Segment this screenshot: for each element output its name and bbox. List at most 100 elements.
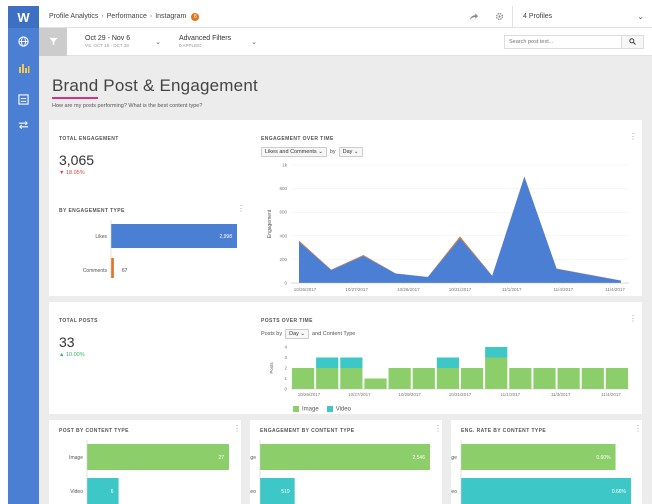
x-tick-label: 11/1/2017: [502, 287, 522, 292]
breadcrumb-item-profile-analytics[interactable]: Profile Analytics: [49, 13, 98, 20]
post-by-content-type-label: POST BY CONTENT TYPE: [59, 428, 129, 434]
date-range-picker[interactable]: Oct 29 - Nov 6 VS. OCT 18 - OCT 28 ⌄: [75, 28, 161, 55]
x-tick-label: 10/27/2017: [345, 287, 368, 292]
y-tick-label: 200: [279, 257, 287, 262]
bar-category-label: Video: [451, 489, 457, 495]
date-range-value: Oct 29 - Nov 6: [85, 35, 131, 42]
page-title: Brand Post & Engagement: [52, 76, 258, 95]
x-tick-label: 10/31/2017: [449, 287, 472, 292]
eng-rate-by-content-type-chart: Image 0.60% Video 0.66%: [451, 440, 631, 504]
bar-image: [460, 368, 484, 389]
more-options-icon[interactable]: ⋮: [434, 425, 442, 433]
date-compare-range: VS. OCT 18 - OCT 28: [85, 43, 129, 48]
bar-value-label: 0.66%: [612, 489, 627, 495]
bar-chart-icon[interactable]: [8, 54, 39, 80]
more-options-icon[interactable]: ⋮: [634, 425, 642, 433]
engagement-over-time-label: ENGAGEMENT OVER TIME: [261, 136, 334, 142]
chevron-down-icon: ⌄: [251, 39, 257, 46]
bar-image: [509, 368, 532, 389]
bar-image: [388, 368, 411, 389]
y-tick-label: 800: [279, 186, 287, 191]
breadcrumb-item-performance[interactable]: Performance: [107, 13, 147, 20]
profile-selector-label: 4 Profiles: [523, 13, 553, 20]
bar-image: [436, 368, 460, 389]
y-tick-label: 600: [279, 210, 287, 215]
bar-image: [316, 368, 339, 389]
profile-selector[interactable]: 4 Profiles ⌄: [512, 6, 652, 27]
bar-video: [87, 478, 119, 504]
legend-item-image[interactable]: Image: [293, 406, 319, 413]
x-tick-label: 10/29/2017: [397, 287, 420, 292]
bar-video: [461, 478, 631, 504]
search-icon: [629, 38, 636, 45]
posts-period-select[interactable]: Day ⌄: [285, 329, 310, 339]
more-options-icon[interactable]: ⋮: [629, 133, 637, 141]
engagement-by-content-type-label: ENGAGEMENT BY CONTENT TYPE: [260, 428, 355, 434]
settings-gear-icon[interactable]: [486, 12, 512, 21]
by-engagement-type-section: BY ENGAGEMENT TYPE ⋮ Likes 2,998 Comments 6…: [59, 205, 245, 286]
x-tick-label: 11/4/2017: [605, 287, 625, 292]
main-content: Brand Post & Engagement How are my posts…: [39, 56, 652, 504]
breadcrumb-separator: ›: [149, 13, 153, 20]
more-options-icon[interactable]: ⋮: [237, 205, 245, 213]
globe-icon[interactable]: [8, 28, 39, 54]
title-underline: [52, 97, 98, 99]
legend-item-video[interactable]: Video: [326, 406, 351, 413]
metric-select[interactable]: Likes and Comments ⌄: [261, 147, 327, 157]
y-tick-label: 0: [284, 387, 287, 392]
by-engagement-type-label: BY ENGAGEMENT TYPE: [59, 208, 125, 214]
period-select-value: Day: [342, 149, 353, 155]
post-by-content-type-card: POST BY CONTENT TYPE ⋮ Image 27 Video 6: [49, 420, 241, 504]
more-options-icon[interactable]: ⋮: [629, 315, 637, 323]
search-input[interactable]: [504, 34, 622, 49]
total-engagement-delta: ▼ 18.05%: [59, 170, 85, 176]
search-button[interactable]: [622, 34, 644, 49]
bar-video: [316, 357, 339, 368]
legend-label-image: Image: [302, 406, 319, 413]
bar-image: [412, 368, 435, 389]
x-tick-label: 11/3/2017: [551, 392, 571, 397]
x-tick-label: 11/1/2017: [500, 392, 520, 397]
left-sidebar: W: [8, 6, 39, 504]
posts-by-text: Posts by: [261, 331, 283, 337]
share-icon[interactable]: [460, 12, 486, 21]
y-axis-label: Posts: [269, 362, 274, 374]
metric-select-value: Likes and Comments: [265, 149, 317, 155]
advanced-filters-count: 0 APPLIED: [179, 43, 202, 48]
content-type-text: and Content Type: [312, 331, 356, 337]
bar-value-label: 2,998: [219, 234, 232, 240]
bar-category-label: Video: [250, 489, 256, 495]
advanced-filters-label: Advanced Filters: [179, 35, 232, 42]
breadcrumb-item-instagram[interactable]: Instagram: [155, 13, 186, 20]
bar-video: [340, 357, 363, 368]
report-icon[interactable]: [8, 86, 39, 112]
by-engagement-type-chart: Likes 2,998 Comments 67: [83, 220, 237, 286]
page-subtitle: How are my posts performing? What is the…: [52, 103, 203, 109]
engagement-card: TOTAL ENGAGEMENT 3,065 ▼ 18.05% BY ENGAG…: [49, 120, 642, 296]
more-options-icon[interactable]: ⋮: [233, 425, 241, 433]
posts-period-select-value: Day: [289, 331, 299, 337]
y-tick-label: 0: [284, 281, 287, 286]
bar-value-label: 6: [111, 489, 114, 495]
bar-image: [340, 368, 363, 389]
transfer-icon[interactable]: [8, 112, 39, 138]
filter-funnel-button[interactable]: [39, 27, 67, 56]
period-select[interactable]: Day ⌄: [338, 147, 363, 157]
search-box: [504, 34, 644, 49]
bar-category-label: Image: [69, 455, 83, 461]
eng-rate-by-content-type-card: ENG. RATE BY CONTENT TYPE ⋮ Image 0.60% Vi…: [451, 420, 642, 504]
notification-badge: 8: [191, 12, 200, 21]
advanced-filters-dropdown[interactable]: Advanced Filters 0 APPLIED ⌄: [169, 28, 257, 55]
total-engagement-section: TOTAL ENGAGEMENT 3,065 ▼ 18.05%: [59, 136, 119, 176]
breadcrumb: Profile Analytics › Performance › Instag…: [49, 12, 200, 21]
bar-value-label: 519: [281, 489, 290, 495]
bar-value-label: 0.60%: [596, 455, 611, 461]
breadcrumb-separator: ›: [101, 13, 104, 20]
brand-logo[interactable]: W: [8, 6, 39, 28]
chevron-down-icon: ⌄: [155, 39, 161, 46]
x-tick-label: 10/27/2017: [348, 392, 371, 397]
bar-category-label: Video: [70, 489, 83, 495]
y-axis-label: Engagement: [267, 209, 273, 238]
area-series-likes: [299, 176, 621, 283]
bar-video: [485, 347, 508, 358]
